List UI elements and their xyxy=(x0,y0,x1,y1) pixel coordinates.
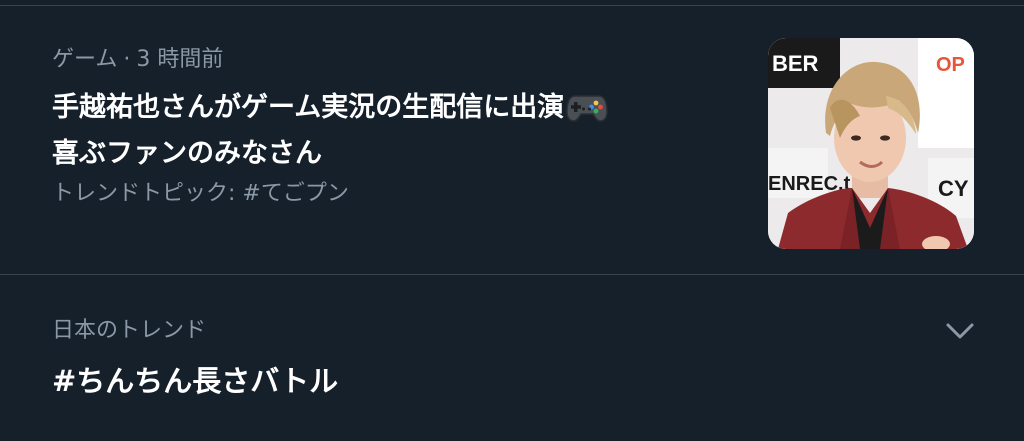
trends-screen: ゲーム · 3 時間前 手越祐也さんがゲーム実況の生配信に出演 喜ぶファンのみな… xyxy=(0,0,1024,441)
headline-line-2: 喜ぶファンのみなさん xyxy=(52,138,322,169)
backdrop-text-1: BER xyxy=(772,51,819,76)
trend-list-item[interactable]: 日本のトレンド #ちんちん長さバトル xyxy=(0,275,1024,441)
trend-hashtag: #ちんちん長さバトル xyxy=(52,364,339,398)
trend-time: 3 時間前 xyxy=(136,47,224,72)
gamepad-icon xyxy=(566,90,608,134)
trend-thumbnail[interactable]: BER OP ENREC.t CY xyxy=(768,38,974,249)
trend-region-label: 日本のトレンド xyxy=(52,318,207,343)
trend-meta: ゲーム · 3 時間前 xyxy=(52,44,223,76)
headline-line-1: 手越祐也さんがゲーム実況の生配信に出演 xyxy=(52,92,565,123)
trend-news-card[interactable]: ゲーム · 3 時間前 手越祐也さんがゲーム実況の生配信に出演 喜ぶファンのみな… xyxy=(0,6,1024,274)
backdrop-text-4: CY xyxy=(938,176,969,201)
meta-separator: · xyxy=(123,47,131,72)
trend-topic[interactable]: トレンドトピック: #てごプン xyxy=(52,178,349,210)
trend-category: ゲーム xyxy=(52,47,118,72)
chevron-down-icon[interactable] xyxy=(944,319,976,343)
backdrop-text-2: OP xyxy=(936,54,965,76)
trend-headline: 手越祐也さんがゲーム実況の生配信に出演 喜ぶファンのみなさん xyxy=(52,88,732,174)
